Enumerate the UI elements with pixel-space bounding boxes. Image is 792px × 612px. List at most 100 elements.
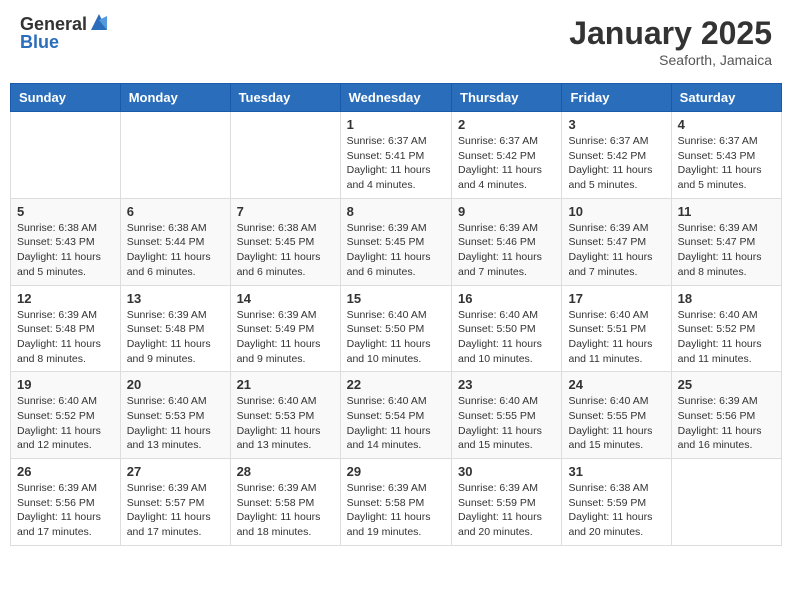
day-info: Sunrise: 6:39 AMSunset: 5:47 PMDaylight:… bbox=[568, 221, 664, 280]
day-number: 8 bbox=[347, 204, 445, 219]
day-info: Sunrise: 6:40 AMSunset: 5:50 PMDaylight:… bbox=[458, 308, 555, 367]
day-info: Sunrise: 6:37 AMSunset: 5:42 PMDaylight:… bbox=[458, 134, 555, 193]
day-number: 15 bbox=[347, 291, 445, 306]
day-number: 28 bbox=[237, 464, 334, 479]
day-info: Sunrise: 6:40 AMSunset: 5:53 PMDaylight:… bbox=[237, 394, 334, 453]
calendar-cell: 18Sunrise: 6:40 AMSunset: 5:52 PMDayligh… bbox=[671, 285, 781, 372]
calendar-cell: 4 Sunrise: 6:37 AMSunset: 5:43 PMDaylight… bbox=[671, 112, 781, 199]
logo-blue-text: Blue bbox=[20, 33, 109, 51]
day-number: 5 bbox=[17, 204, 114, 219]
calendar-cell: 9Sunrise: 6:39 AMSunset: 5:46 PMDaylight… bbox=[452, 198, 562, 285]
weekday-header-wednesday: Wednesday bbox=[340, 84, 451, 112]
day-info: Sunrise: 6:37 AMSunset: 5:41 PMDaylight:… bbox=[347, 134, 445, 193]
day-info: Sunrise: 6:40 AMSunset: 5:52 PMDaylight:… bbox=[17, 394, 114, 453]
calendar-cell: 17 Sunrise: 6:40 AMSunset: 5:51 PMDayligh… bbox=[562, 285, 671, 372]
day-info: Sunrise: 6:38 AMSunset: 5:45 PMDaylight:… bbox=[237, 221, 334, 280]
calendar-cell bbox=[230, 112, 340, 199]
calendar-cell: 20Sunrise: 6:40 AMSunset: 5:53 PMDayligh… bbox=[120, 372, 230, 459]
calendar-cell: 13Sunrise: 6:39 AMSunset: 5:48 PMDayligh… bbox=[120, 285, 230, 372]
week-row-1: 1 Sunrise: 6:37 AMSunset: 5:41 PMDaylight… bbox=[11, 112, 782, 199]
day-number: 16 bbox=[458, 291, 555, 306]
calendar-cell bbox=[671, 459, 781, 546]
day-info: Sunrise: 6:38 AMSunset: 5:59 PMDaylight:… bbox=[568, 481, 664, 540]
weekday-header-row: SundayMondayTuesdayWednesdayThursdayFrid… bbox=[11, 84, 782, 112]
day-number: 7 bbox=[237, 204, 334, 219]
calendar-cell: 31 Sunrise: 6:38 AMSunset: 5:59 PMDayligh… bbox=[562, 459, 671, 546]
calendar-cell: 5 Sunrise: 6:38 AMSunset: 5:43 PMDaylight… bbox=[11, 198, 121, 285]
day-number: 18 bbox=[678, 291, 775, 306]
day-number: 24 bbox=[568, 377, 664, 392]
logo-icon bbox=[89, 12, 109, 32]
day-number: 22 bbox=[347, 377, 445, 392]
day-number: 3 bbox=[568, 117, 664, 132]
calendar-cell: 6 Sunrise: 6:38 AMSunset: 5:44 PMDaylight… bbox=[120, 198, 230, 285]
day-info: Sunrise: 6:39 AMSunset: 5:49 PMDaylight:… bbox=[237, 308, 334, 367]
day-number: 12 bbox=[17, 291, 114, 306]
day-number: 4 bbox=[678, 117, 775, 132]
calendar-cell: 7 Sunrise: 6:38 AMSunset: 5:45 PMDaylight… bbox=[230, 198, 340, 285]
day-info: Sunrise: 6:39 AMSunset: 5:48 PMDaylight:… bbox=[17, 308, 114, 367]
week-row-3: 12 Sunrise: 6:39 AMSunset: 5:48 PMDayligh… bbox=[11, 285, 782, 372]
day-info: Sunrise: 6:39 AMSunset: 5:56 PMDaylight:… bbox=[17, 481, 114, 540]
page-header: General Blue January 2025 Seaforth, Jama… bbox=[10, 10, 782, 73]
day-number: 14 bbox=[237, 291, 334, 306]
weekday-header-monday: Monday bbox=[120, 84, 230, 112]
day-number: 10 bbox=[568, 204, 664, 219]
logo: General Blue bbox=[20, 15, 109, 51]
calendar-cell: 3 Sunrise: 6:37 AMSunset: 5:42 PMDaylight… bbox=[562, 112, 671, 199]
calendar-cell: 29Sunrise: 6:39 AMSunset: 5:58 PMDayligh… bbox=[340, 459, 451, 546]
weekday-header-sunday: Sunday bbox=[11, 84, 121, 112]
calendar-table: SundayMondayTuesdayWednesdayThursdayFrid… bbox=[10, 83, 782, 546]
day-number: 17 bbox=[568, 291, 664, 306]
logo-general-text: General bbox=[20, 15, 87, 33]
location-subtitle: Seaforth, Jamaica bbox=[569, 52, 772, 68]
calendar-cell bbox=[120, 112, 230, 199]
calendar-cell: 11 Sunrise: 6:39 AMSunset: 5:47 PMDayligh… bbox=[671, 198, 781, 285]
day-info: Sunrise: 6:37 AMSunset: 5:43 PMDaylight:… bbox=[678, 134, 775, 193]
day-number: 21 bbox=[237, 377, 334, 392]
week-row-2: 5 Sunrise: 6:38 AMSunset: 5:43 PMDaylight… bbox=[11, 198, 782, 285]
day-info: Sunrise: 6:39 AMSunset: 5:58 PMDaylight:… bbox=[237, 481, 334, 540]
calendar-cell: 22 Sunrise: 6:40 AMSunset: 5:54 PMDayligh… bbox=[340, 372, 451, 459]
day-info: Sunrise: 6:40 AMSunset: 5:55 PMDaylight:… bbox=[458, 394, 555, 453]
day-number: 23 bbox=[458, 377, 555, 392]
day-number: 9 bbox=[458, 204, 555, 219]
day-number: 26 bbox=[17, 464, 114, 479]
day-number: 2 bbox=[458, 117, 555, 132]
day-number: 30 bbox=[458, 464, 555, 479]
calendar-cell: 8Sunrise: 6:39 AMSunset: 5:45 PMDaylight… bbox=[340, 198, 451, 285]
calendar-cell: 19Sunrise: 6:40 AMSunset: 5:52 PMDayligh… bbox=[11, 372, 121, 459]
day-info: Sunrise: 6:39 AMSunset: 5:58 PMDaylight:… bbox=[347, 481, 445, 540]
day-info: Sunrise: 6:40 AMSunset: 5:54 PMDaylight:… bbox=[347, 394, 445, 453]
calendar-cell: 27 Sunrise: 6:39 AMSunset: 5:57 PMDayligh… bbox=[120, 459, 230, 546]
day-number: 1 bbox=[347, 117, 445, 132]
day-info: Sunrise: 6:39 AMSunset: 5:59 PMDaylight:… bbox=[458, 481, 555, 540]
calendar-cell: 12 Sunrise: 6:39 AMSunset: 5:48 PMDayligh… bbox=[11, 285, 121, 372]
calendar-cell: 26 Sunrise: 6:39 AMSunset: 5:56 PMDayligh… bbox=[11, 459, 121, 546]
calendar-cell: 2 Sunrise: 6:37 AMSunset: 5:42 PMDaylight… bbox=[452, 112, 562, 199]
calendar-cell: 16 Sunrise: 6:40 AMSunset: 5:50 PMDayligh… bbox=[452, 285, 562, 372]
day-info: Sunrise: 6:39 AMSunset: 5:47 PMDaylight:… bbox=[678, 221, 775, 280]
weekday-header-saturday: Saturday bbox=[671, 84, 781, 112]
day-info: Sunrise: 6:37 AMSunset: 5:42 PMDaylight:… bbox=[568, 134, 664, 193]
day-number: 11 bbox=[678, 204, 775, 219]
day-info: Sunrise: 6:38 AMSunset: 5:44 PMDaylight:… bbox=[127, 221, 224, 280]
day-number: 27 bbox=[127, 464, 224, 479]
calendar-cell: 1 Sunrise: 6:37 AMSunset: 5:41 PMDaylight… bbox=[340, 112, 451, 199]
calendar-cell: 23 Sunrise: 6:40 AMSunset: 5:55 PMDayligh… bbox=[452, 372, 562, 459]
weekday-header-tuesday: Tuesday bbox=[230, 84, 340, 112]
day-number: 20 bbox=[127, 377, 224, 392]
day-number: 6 bbox=[127, 204, 224, 219]
calendar-cell: 30 Sunrise: 6:39 AMSunset: 5:59 PMDayligh… bbox=[452, 459, 562, 546]
day-info: Sunrise: 6:40 AMSunset: 5:51 PMDaylight:… bbox=[568, 308, 664, 367]
day-number: 31 bbox=[568, 464, 664, 479]
day-info: Sunrise: 6:38 AMSunset: 5:43 PMDaylight:… bbox=[17, 221, 114, 280]
day-info: Sunrise: 6:39 AMSunset: 5:56 PMDaylight:… bbox=[678, 394, 775, 453]
day-info: Sunrise: 6:40 AMSunset: 5:50 PMDaylight:… bbox=[347, 308, 445, 367]
day-number: 25 bbox=[678, 377, 775, 392]
day-info: Sunrise: 6:39 AMSunset: 5:57 PMDaylight:… bbox=[127, 481, 224, 540]
weekday-header-friday: Friday bbox=[562, 84, 671, 112]
calendar-cell: 24Sunrise: 6:40 AMSunset: 5:55 PMDayligh… bbox=[562, 372, 671, 459]
day-number: 13 bbox=[127, 291, 224, 306]
calendar-cell: 14 Sunrise: 6:39 AMSunset: 5:49 PMDayligh… bbox=[230, 285, 340, 372]
